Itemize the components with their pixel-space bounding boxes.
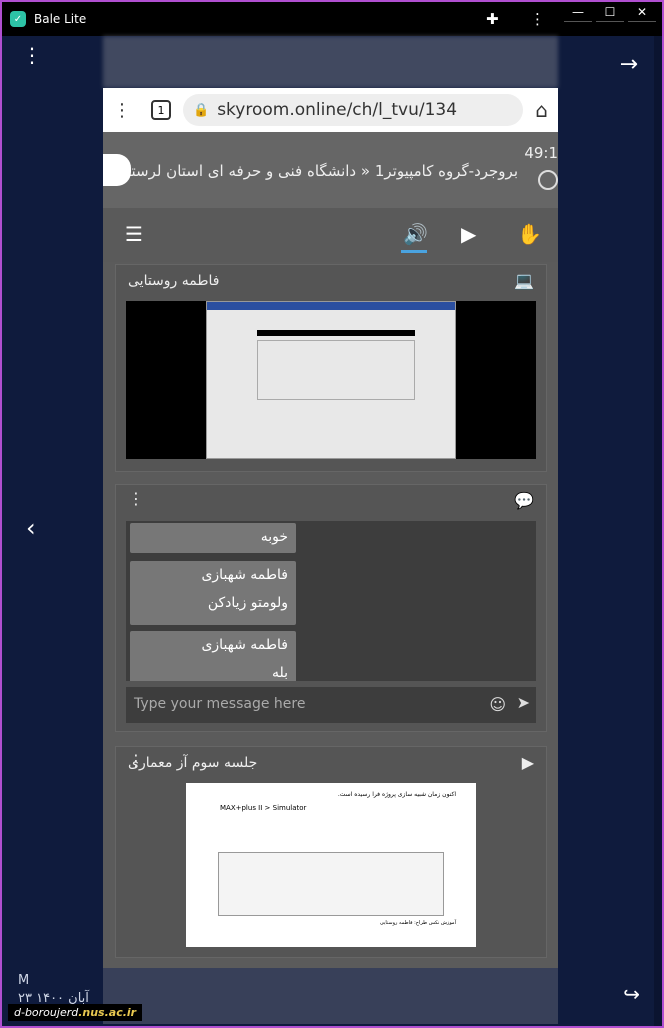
chat-message: خوبه bbox=[130, 523, 296, 553]
room-toolbar: ☰ 🔊 ▶ ✋ bbox=[103, 208, 558, 262]
close-button[interactable]: ✕ bbox=[628, 2, 656, 22]
raise-hand-icon[interactable]: ✋ bbox=[517, 222, 542, 246]
minimize-button[interactable]: — bbox=[564, 2, 592, 22]
user-initial: M bbox=[18, 973, 30, 988]
lock-icon: 🔒 bbox=[193, 102, 210, 118]
waveform-image bbox=[218, 852, 444, 916]
url-field[interactable]: 🔒 skyroom.online/ch/l_tvu/134 bbox=[183, 94, 524, 126]
document-text: اکنون زمان شبیه سازی پروژه فرا رسیده است… bbox=[337, 791, 456, 798]
chat-message: فاطمه شهبازی بله bbox=[130, 631, 296, 681]
message-text: ولومتو زیادکن bbox=[207, 595, 288, 611]
speaker-icon[interactable]: 🔊 bbox=[403, 222, 428, 246]
document-view: اکنون زمان شبیه سازی پروژه فرا رسیده است… bbox=[186, 783, 476, 947]
screen-share-video bbox=[126, 301, 536, 459]
emoji-icon[interactable]: ☺ bbox=[489, 695, 506, 714]
play-icon[interactable]: ▶ bbox=[522, 753, 534, 772]
chat-messages: خوبه فاطمه شهبازی ولومتو زیادکن فاطمه شه… bbox=[126, 521, 536, 681]
message-sender: فاطمه شهبازی bbox=[201, 637, 288, 653]
more-menu-icon[interactable]: ⋮ bbox=[530, 10, 545, 28]
shared-screen bbox=[206, 301, 456, 459]
site-badge: d-boroujerd.nus.ac.ir bbox=[8, 1004, 143, 1021]
maximize-button[interactable]: ☐ bbox=[596, 2, 624, 22]
presenter-name: فاطمه روستایی bbox=[128, 273, 220, 289]
clock-icon bbox=[538, 170, 558, 190]
chat-input[interactable]: Type your message here ☺ ➤ bbox=[126, 687, 536, 723]
blurred-backdrop-bottom bbox=[103, 968, 558, 1024]
play-icon[interactable]: ▶ bbox=[461, 222, 476, 246]
browser-menu-icon[interactable]: ⋮ bbox=[113, 100, 131, 121]
room-title: بروجرد-گروه کامپیوتر1 « دانشگاه فنی و حر… bbox=[115, 162, 518, 180]
document-panel: جلسه سوم آز معماری ⋮ ▶ اکنون زمان شبیه س… bbox=[115, 746, 547, 958]
chat-options-icon[interactable]: ⋮ bbox=[128, 489, 144, 508]
extension-icon[interactable]: ✚ bbox=[486, 10, 499, 28]
badge-domain: d-boroujerd bbox=[14, 1006, 79, 1019]
browser-url-bar: ⋮ 1 🔒 skyroom.online/ch/l_tvu/134 ⌂ bbox=[103, 88, 558, 132]
forward-arrow-icon[interactable]: → bbox=[620, 52, 638, 77]
document-path: MAX+plus II > Simulator bbox=[220, 804, 307, 812]
message-text: بله bbox=[271, 665, 288, 681]
chat-panel: ⋮ 💬 خوبه فاطمه شهبازی ولومتو زیادکن فاطم… bbox=[115, 484, 547, 732]
bale-logo-icon: ✓ bbox=[10, 11, 26, 27]
chat-input-placeholder: Type your message here bbox=[134, 696, 306, 712]
message-sender: فاطمه شهبازی bbox=[201, 567, 288, 583]
share-icon[interactable]: ↪ bbox=[623, 982, 640, 1006]
hamburger-menu-icon[interactable]: ☰ bbox=[125, 222, 143, 246]
app-window: ✓ Bale Lite ✚ ⋮ — ☐ ✕ ⋮ → ‹ ⋮ 1 🔒 skyroo… bbox=[0, 0, 664, 1028]
document-footer: آموزش نکس طراح: فاطمه روستایی bbox=[379, 920, 456, 926]
document-title: جلسه سوم آز معماری bbox=[128, 755, 258, 771]
blurred-backdrop-top bbox=[103, 36, 558, 88]
tab-count-badge[interactable]: 1 bbox=[151, 100, 171, 120]
story-content: ⋮ 1 🔒 skyroom.online/ch/l_tvu/134 ⌂ 49:1… bbox=[103, 88, 558, 968]
skyroom-logo bbox=[103, 154, 131, 186]
url-text: skyroom.online/ch/l_tvu/134 bbox=[217, 100, 458, 120]
badge-suffix: .nus.ac.ir bbox=[78, 1006, 137, 1019]
room-header: 49:1 بروجرد-گروه کامپیوتر1 « دانشگاه فنی… bbox=[103, 132, 558, 208]
title-bar: ✓ Bale Lite ✚ ⋮ — ☐ ✕ bbox=[2, 2, 662, 36]
document-options-icon[interactable]: ⋮ bbox=[128, 751, 144, 770]
send-icon[interactable]: ➤ bbox=[517, 693, 530, 712]
chat-icon[interactable]: 💬 bbox=[514, 491, 534, 510]
message-text: خوبه bbox=[260, 529, 288, 545]
window-title: Bale Lite bbox=[34, 12, 87, 26]
active-tab-indicator bbox=[401, 250, 427, 253]
video-panel: فاطمه روستایی 💻 bbox=[115, 264, 547, 472]
home-icon[interactable]: ⌂ bbox=[535, 98, 548, 122]
laptop-icon[interactable]: 💻 bbox=[514, 271, 534, 290]
right-edge bbox=[654, 36, 662, 1026]
side-menu-icon[interactable]: ⋮ bbox=[22, 45, 42, 65]
back-chevron-icon[interactable]: ‹ bbox=[26, 514, 36, 542]
story-meta: M ۲۳ آبان ۱۴۰۰ bbox=[18, 972, 89, 1008]
session-time: 49:1 bbox=[524, 144, 558, 162]
chat-message: فاطمه شهبازی ولومتو زیادکن bbox=[130, 561, 296, 625]
